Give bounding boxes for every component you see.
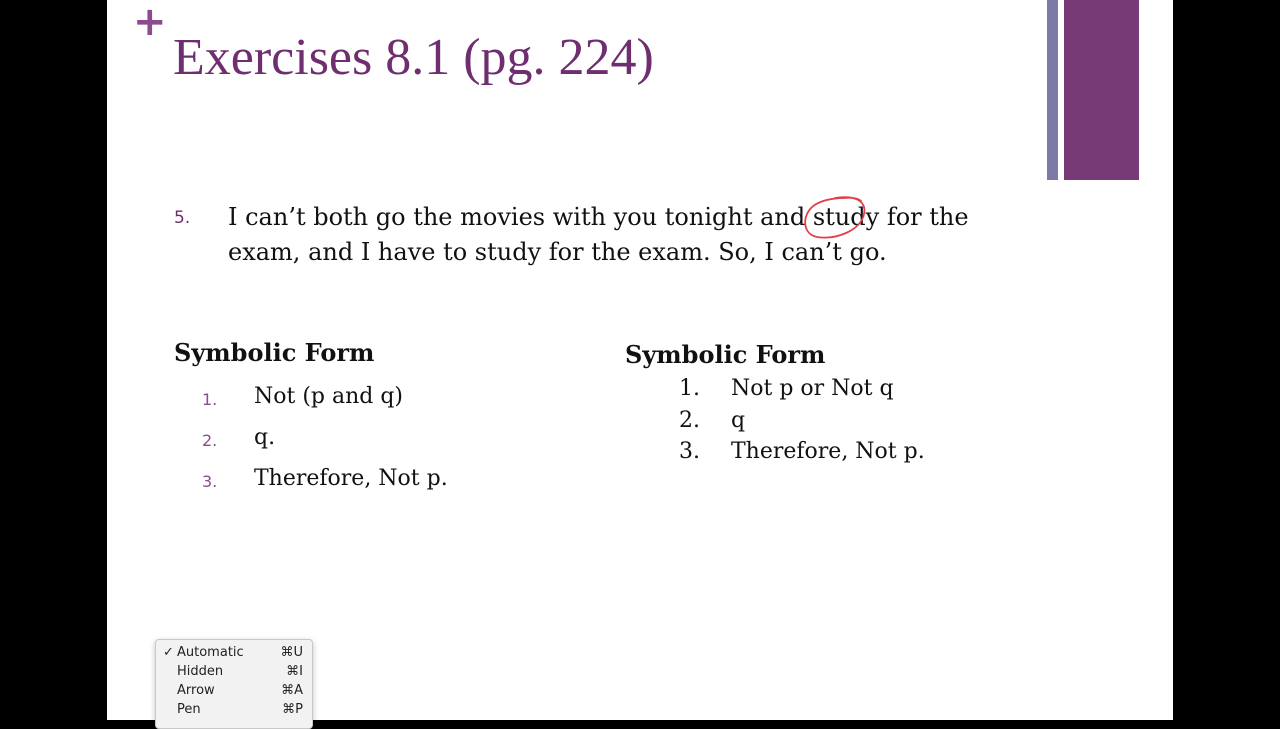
menu-item-shortcut: ⌘P — [282, 702, 303, 717]
problem-number: 5. — [174, 208, 191, 228]
plus-icon: + — [133, 0, 167, 45]
slide: + Exercises 8.1 (pg. 224) 5. I can’t bot… — [107, 0, 1173, 720]
step-text: Therefore, Not p. — [731, 439, 925, 464]
pointer-options-menu: ✓ Automatic ⌘U Hidden ⌘I Arrow ⌘A Pen ⌘P — [155, 639, 313, 729]
step-number: 1. — [679, 376, 700, 401]
step-number: 3. — [202, 472, 218, 491]
menu-item-label: Arrow — [177, 683, 215, 698]
step-text: Therefore, Not p. — [254, 466, 448, 491]
menu-item-label: Hidden — [177, 664, 224, 679]
step-number: 3. — [679, 439, 700, 464]
menu-item-label: Automatic — [177, 645, 244, 660]
step-text: Not (p and q) — [254, 384, 404, 409]
menu-item-pen[interactable]: Pen ⌘P — [156, 700, 312, 719]
checkmark-icon: ✓ — [163, 645, 174, 660]
step-number: 2. — [679, 407, 700, 433]
menu-item-shortcut: ⌘U — [280, 645, 303, 660]
menu-item-arrow[interactable]: Arrow ⌘A — [156, 681, 312, 700]
left-column-heading: Symbolic Form — [174, 338, 375, 367]
right-column-heading: Symbolic Form — [625, 340, 826, 369]
problem-text: I can’t both go the movies with you toni… — [228, 203, 969, 266]
menu-item-shortcut: ⌘A — [281, 683, 303, 698]
slide-title: Exercises 8.1 (pg. 224) — [173, 29, 654, 86]
decorative-wide-bar — [1064, 0, 1139, 180]
step-text: Not p or Not q — [731, 376, 894, 401]
menu-item-hidden[interactable]: Hidden ⌘I — [156, 662, 312, 681]
step-number: 2. — [202, 431, 218, 450]
step-text: q — [731, 407, 746, 433]
pen-annotation-circle — [804, 196, 866, 239]
menu-item-label: Pen — [177, 702, 201, 717]
ink-stroke — [804, 196, 866, 239]
step-text: q. — [254, 425, 276, 450]
menu-item-shortcut: ⌘I — [286, 664, 303, 679]
menu-item-automatic[interactable]: ✓ Automatic ⌘U — [156, 643, 312, 662]
step-number: 1. — [202, 390, 218, 409]
decorative-thin-bar — [1047, 0, 1058, 180]
